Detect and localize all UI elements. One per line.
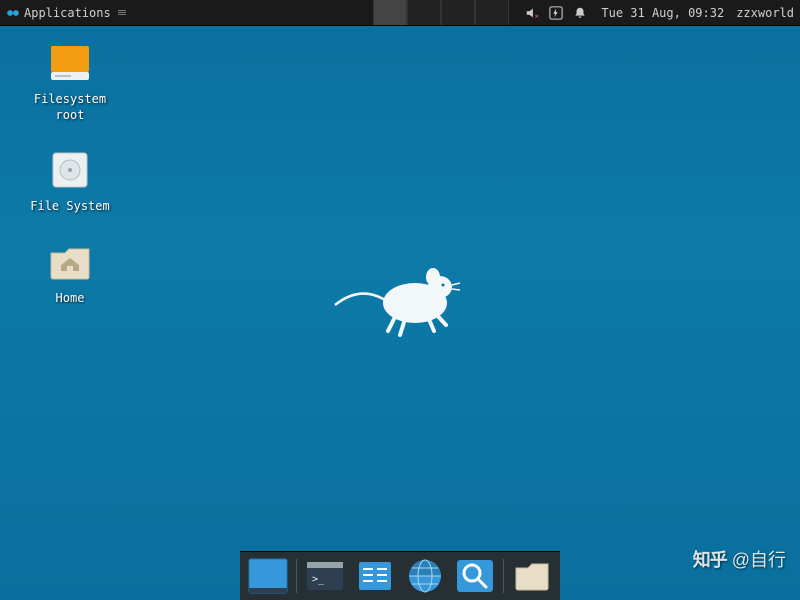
workspace-3[interactable]	[441, 0, 475, 25]
power-manager-icon[interactable]	[549, 6, 563, 20]
user-menu[interactable]: zzxworld	[730, 6, 800, 20]
workspace-1[interactable]	[373, 0, 407, 25]
system-tray: ×	[517, 6, 595, 20]
dock-show-desktop[interactable]	[246, 556, 290, 596]
applications-menu[interactable]: Applications	[0, 0, 117, 25]
terminal-icon: >_	[305, 558, 345, 594]
dock-app-finder[interactable]	[453, 556, 497, 596]
svg-text:>_: >_	[312, 574, 325, 585]
globe-icon	[405, 558, 445, 594]
watermark-site: 知乎	[693, 550, 727, 570]
svg-text:×: ×	[535, 12, 539, 20]
desktop-icon-label: File System	[30, 199, 109, 215]
watermark: 知乎 @自行	[693, 546, 786, 572]
desktop-icons: Filesystem root File System Home	[20, 40, 120, 306]
xfce-mouse-icon	[330, 255, 470, 345]
show-desktop-icon	[248, 558, 288, 594]
dock-separator	[503, 559, 504, 593]
drive-icon	[47, 147, 93, 193]
folder-icon	[512, 558, 552, 594]
desktop-icon-filesystem-root[interactable]: Filesystem root	[20, 40, 120, 123]
clock[interactable]: Tue 31 Aug, 09:32	[595, 6, 730, 20]
panel-handle-icon[interactable]	[117, 10, 127, 15]
top-panel: Applications × Tue 31 Aug, 09:32 zzxworl…	[0, 0, 800, 26]
dock-separator	[296, 559, 297, 593]
workspace-4[interactable]	[475, 0, 509, 25]
dock-home-folder[interactable]	[510, 556, 554, 596]
workspace-2[interactable]	[407, 0, 441, 25]
desktop-icon-label: Home	[56, 291, 85, 307]
dock-web-browser[interactable]	[403, 556, 447, 596]
desktop-icon-label: Filesystem root	[34, 92, 106, 123]
dock-file-manager[interactable]	[353, 556, 397, 596]
notification-icon[interactable]	[573, 6, 587, 20]
xfce-logo-icon	[6, 6, 20, 20]
volume-icon[interactable]: ×	[525, 6, 539, 20]
bottom-dock: >_	[240, 551, 560, 600]
applications-menu-label: Applications	[24, 6, 111, 20]
drive-icon	[47, 40, 93, 86]
watermark-author: @自行	[732, 550, 786, 570]
folder-home-icon	[47, 239, 93, 285]
desktop-icon-file-system[interactable]: File System	[20, 147, 120, 215]
desktop-icon-home[interactable]: Home	[20, 239, 120, 307]
file-manager-icon	[355, 558, 395, 594]
workspace-switcher[interactable]	[373, 0, 509, 25]
dock-terminal[interactable]: >_	[303, 556, 347, 596]
magnifier-icon	[455, 558, 495, 594]
